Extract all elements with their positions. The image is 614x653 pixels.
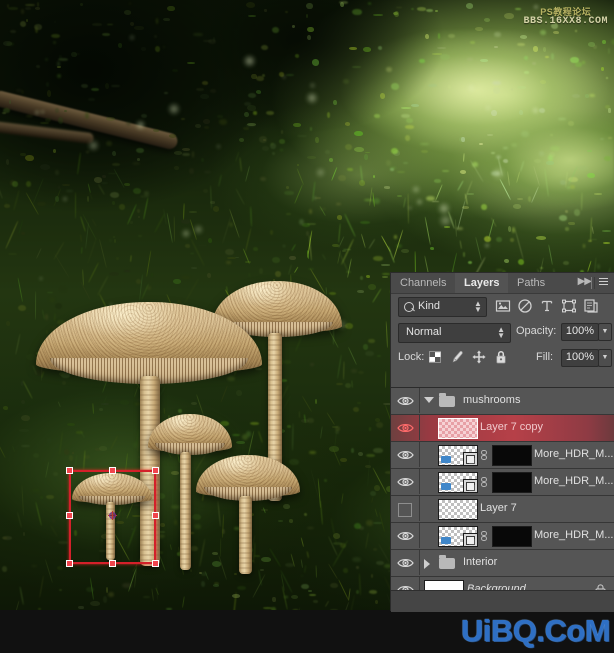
blend-mode-select[interactable]: Normal ▲ ▼ xyxy=(398,323,511,343)
folder-icon xyxy=(439,555,456,569)
panel-collapse-icon[interactable]: ▶▶ xyxy=(578,276,592,287)
layer-mask-thumbnail[interactable] xyxy=(492,472,532,493)
layer-thumbnail[interactable] xyxy=(438,472,478,493)
watermark-top: PS教程论坛 BBS.16XX8.COM xyxy=(523,7,608,28)
smart-object-badge-icon xyxy=(463,533,477,546)
layer-name: Layer 7 copy xyxy=(480,421,543,433)
adjustment-layer-filter-icon[interactable] xyxy=(517,298,533,314)
smart-object-badge-icon xyxy=(463,479,477,492)
link-icon[interactable] xyxy=(480,477,489,488)
layer-filter-row: Kind ▲ ▼ xyxy=(391,294,614,322)
panel-tab-bar: Channels Layers Paths ▶▶ xyxy=(391,273,614,294)
lock-label: Lock: xyxy=(398,351,425,363)
eye-icon[interactable] xyxy=(397,395,414,407)
layer-name: More_HDR_M... xyxy=(534,448,614,460)
thumbnail-content xyxy=(441,537,451,544)
handle-bottom-center[interactable] xyxy=(109,560,116,567)
layer-name: More_HDR_M... xyxy=(534,475,614,487)
handle-middle-left[interactable] xyxy=(66,512,73,519)
pixel-layer-filter-icon[interactable] xyxy=(495,298,511,314)
lock-row: Lock: Fill: 100% ▼ xyxy=(391,346,614,370)
blend-mode-value: Normal xyxy=(406,326,442,338)
blend-opacity-row: Normal ▲ ▼ Opacity: 100% ▼ xyxy=(391,322,614,346)
dark-canopy-2 xyxy=(150,0,450,180)
lock-image-pixels-icon[interactable] xyxy=(449,349,465,365)
opacity-value: 100% xyxy=(565,325,595,337)
thumbnail-content xyxy=(441,456,451,463)
handle-bottom-left[interactable] xyxy=(66,560,73,567)
chevron-updown-icon-blend[interactable]: ▲ ▼ xyxy=(497,326,505,340)
link-icon[interactable] xyxy=(480,450,489,461)
layer-row[interactable]: More_HDR_M... xyxy=(391,469,614,496)
type-layer-filter-icon[interactable] xyxy=(539,298,555,314)
tab-channels[interactable]: Channels xyxy=(391,273,455,293)
layer-row[interactable]: Background xyxy=(391,577,614,591)
eye-icon[interactable] xyxy=(397,557,414,569)
opacity-dropdown-caret[interactable]: ▼ xyxy=(598,323,612,341)
layer-thumbnail[interactable] xyxy=(438,445,478,466)
layer-name: Layer 7 xyxy=(480,502,517,514)
chevron-right-icon[interactable] xyxy=(424,559,430,569)
tab-paths[interactable]: Paths xyxy=(508,273,554,293)
layer-mask-thumbnail[interactable] xyxy=(492,526,532,547)
eye-icon[interactable] xyxy=(397,422,414,434)
layer-thumbnail[interactable] xyxy=(438,526,478,547)
layer-list[interactable]: mushrooms Layer 7 copy More_HDR_M... More_H… xyxy=(391,387,614,591)
fill-field[interactable]: 100% xyxy=(561,349,599,367)
handle-top-center[interactable] xyxy=(109,467,116,474)
eye-icon[interactable] xyxy=(397,449,414,461)
layers-panel[interactable]: Channels Layers Paths ▶▶ Kind ▲ ▼ Normal… xyxy=(390,272,614,612)
opacity-label: Opacity: xyxy=(516,325,557,337)
watermark-top-line2: BBS.16XX8.COM xyxy=(523,16,608,28)
layer-name: More_HDR_M... xyxy=(534,529,614,541)
eye-icon-hidden[interactable] xyxy=(398,503,412,517)
thumbnail-content xyxy=(441,483,451,490)
panel-grip[interactable] xyxy=(591,277,595,289)
fill-value: 100% xyxy=(565,351,595,363)
layer-row[interactable]: mushrooms xyxy=(391,388,614,415)
search-icon xyxy=(404,302,414,312)
lock-position-icon[interactable] xyxy=(471,349,487,365)
shape-layer-filter-icon[interactable] xyxy=(561,298,577,314)
layer-row[interactable]: Layer 7 xyxy=(391,496,614,523)
layer-row[interactable]: More_HDR_M... xyxy=(391,523,614,550)
handle-bottom-right[interactable] xyxy=(152,560,159,567)
lock-transparent-pixels-icon[interactable] xyxy=(427,349,443,365)
transform-reference-point[interactable] xyxy=(108,511,117,520)
handle-top-right[interactable] xyxy=(152,467,159,474)
eye-icon[interactable] xyxy=(397,530,414,542)
filter-kind-select[interactable]: Kind ▲ ▼ xyxy=(398,297,487,317)
fill-dropdown-caret[interactable]: ▼ xyxy=(598,349,612,367)
layer-thumbnail[interactable] xyxy=(438,499,478,520)
smart-object-filter-icon[interactable] xyxy=(583,298,599,314)
layer-row[interactable]: Layer 7 copy xyxy=(391,415,614,442)
chevron-updown-icon[interactable]: ▲ ▼ xyxy=(474,300,482,314)
watermark-bottom-text: UiBQ.CoM xyxy=(460,613,611,648)
layer-name: mushrooms xyxy=(463,394,521,406)
layer-row[interactable]: Interior xyxy=(391,550,614,577)
layer-mask-thumbnail[interactable] xyxy=(492,445,532,466)
lock-all-icon[interactable] xyxy=(493,349,509,365)
tab-layers[interactable]: Layers xyxy=(455,273,509,293)
eye-icon[interactable] xyxy=(397,476,414,488)
panel-footer xyxy=(391,590,614,612)
chevron-down-icon[interactable] xyxy=(424,397,434,403)
handle-middle-right[interactable] xyxy=(152,512,159,519)
watermark-bottom-bar: UiBQ.CoM xyxy=(0,610,614,653)
fill-label: Fill: xyxy=(536,351,554,363)
screenshot-root: PS教程论坛 BBS.16XX8.COM UiBQ.CoM Channels L… xyxy=(0,0,614,653)
link-icon[interactable] xyxy=(480,531,489,542)
handle-top-left[interactable] xyxy=(66,467,73,474)
smart-object-badge-icon xyxy=(463,452,477,465)
panel-menu-icon[interactable] xyxy=(596,275,611,290)
opacity-field[interactable]: 100% xyxy=(561,323,599,341)
layer-thumbnail[interactable] xyxy=(438,418,478,439)
filter-kind-label: Kind xyxy=(418,300,441,312)
layer-name: Interior xyxy=(463,556,498,568)
layer-row[interactable]: More_HDR_M... xyxy=(391,442,614,469)
free-transform-selection-box[interactable] xyxy=(66,467,159,567)
folder-icon xyxy=(439,393,456,407)
